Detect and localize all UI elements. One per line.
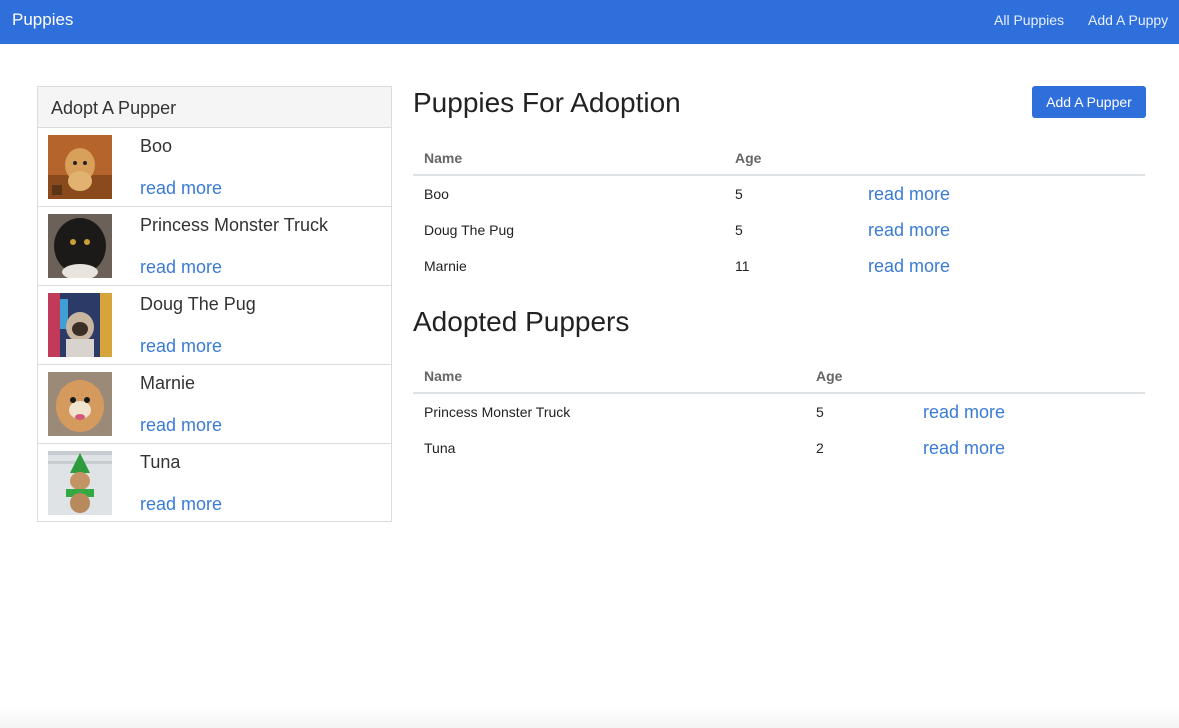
adopted-table: Name Age Princess Monster Truck 5 read m… xyxy=(413,358,1145,466)
cell-name: Doug The Pug xyxy=(424,222,515,238)
adopted-heading: Adopted Puppers xyxy=(413,306,630,337)
read-more-link[interactable]: read more xyxy=(923,438,1005,459)
cell-name: Tuna xyxy=(424,440,456,456)
read-more-link[interactable]: read more xyxy=(868,256,950,277)
column-header-name: Name xyxy=(424,150,463,166)
cell-age: 5 xyxy=(735,186,743,202)
table-row: Boo 5 read more xyxy=(413,176,1145,212)
nav-link-all-puppies[interactable]: All Puppies xyxy=(994,12,1064,28)
read-more-link[interactable]: read more xyxy=(868,184,950,205)
read-more-link[interactable]: read more xyxy=(140,336,222,357)
cell-name: Princess Monster Truck xyxy=(424,404,571,420)
navbar: Puppies All Puppies Add A Puppy xyxy=(0,0,1179,44)
read-more-link[interactable]: read more xyxy=(923,402,1005,423)
read-more-link[interactable]: read more xyxy=(140,178,222,199)
table-header: Name Age xyxy=(413,140,1145,176)
puppy-name: Tuna xyxy=(140,452,181,472)
puppy-photo xyxy=(48,293,112,357)
table-row: Marnie 11 read more xyxy=(413,248,1145,284)
column-header-name: Name xyxy=(424,368,463,384)
cell-age: 5 xyxy=(735,222,743,238)
list-item: Doug The Pug read more xyxy=(38,286,391,365)
table-row: Princess Monster Truck 5 read more xyxy=(413,394,1145,430)
puppy-photo xyxy=(48,214,112,278)
puppy-photo xyxy=(48,135,112,199)
adoption-table: Name Age Boo 5 read more Doug The Pug 5 … xyxy=(413,140,1145,284)
puppy-photo xyxy=(48,372,112,436)
list-item: Princess Monster Truck read more xyxy=(38,207,391,286)
cell-name: Marnie xyxy=(424,258,467,274)
list-item: Tuna read more xyxy=(38,444,391,523)
cell-age: 11 xyxy=(735,258,750,274)
table-header: Name Age xyxy=(413,358,1145,394)
adoption-heading: Puppies For Adoption xyxy=(413,87,681,118)
add-pupper-button[interactable]: Add A Pupper xyxy=(1032,86,1146,118)
puppy-name: Doug The Pug xyxy=(140,294,256,314)
adopt-sidebar: Adopt A Pupper Boo read more Princess Mo… xyxy=(37,86,392,522)
nav-link-add-puppy[interactable]: Add A Puppy xyxy=(1088,12,1168,28)
page-bottom-edge xyxy=(0,706,1179,728)
puppy-name: Boo xyxy=(140,136,173,156)
table-row: Doug The Pug 5 read more xyxy=(413,212,1145,248)
list-item: Boo read more xyxy=(38,128,391,207)
cell-age: 5 xyxy=(816,404,824,420)
puppy-name: Princess Monster Truck xyxy=(140,215,329,235)
read-more-link[interactable]: read more xyxy=(140,257,222,278)
cell-name: Boo xyxy=(424,186,449,202)
read-more-link[interactable]: read more xyxy=(140,494,222,515)
navbar-brand[interactable]: Puppies xyxy=(12,10,73,30)
column-header-age: Age xyxy=(816,368,843,384)
column-header-age: Age xyxy=(735,150,762,166)
puppy-photo xyxy=(48,451,112,515)
read-more-link[interactable]: read more xyxy=(140,415,222,436)
table-row: Tuna 2 read more xyxy=(413,430,1145,466)
sidebar-title: Adopt A Pupper xyxy=(38,87,391,128)
read-more-link[interactable]: read more xyxy=(868,220,950,241)
list-item: Marnie read more xyxy=(38,365,391,444)
cell-age: 2 xyxy=(816,440,824,456)
puppy-name: Marnie xyxy=(140,373,196,393)
